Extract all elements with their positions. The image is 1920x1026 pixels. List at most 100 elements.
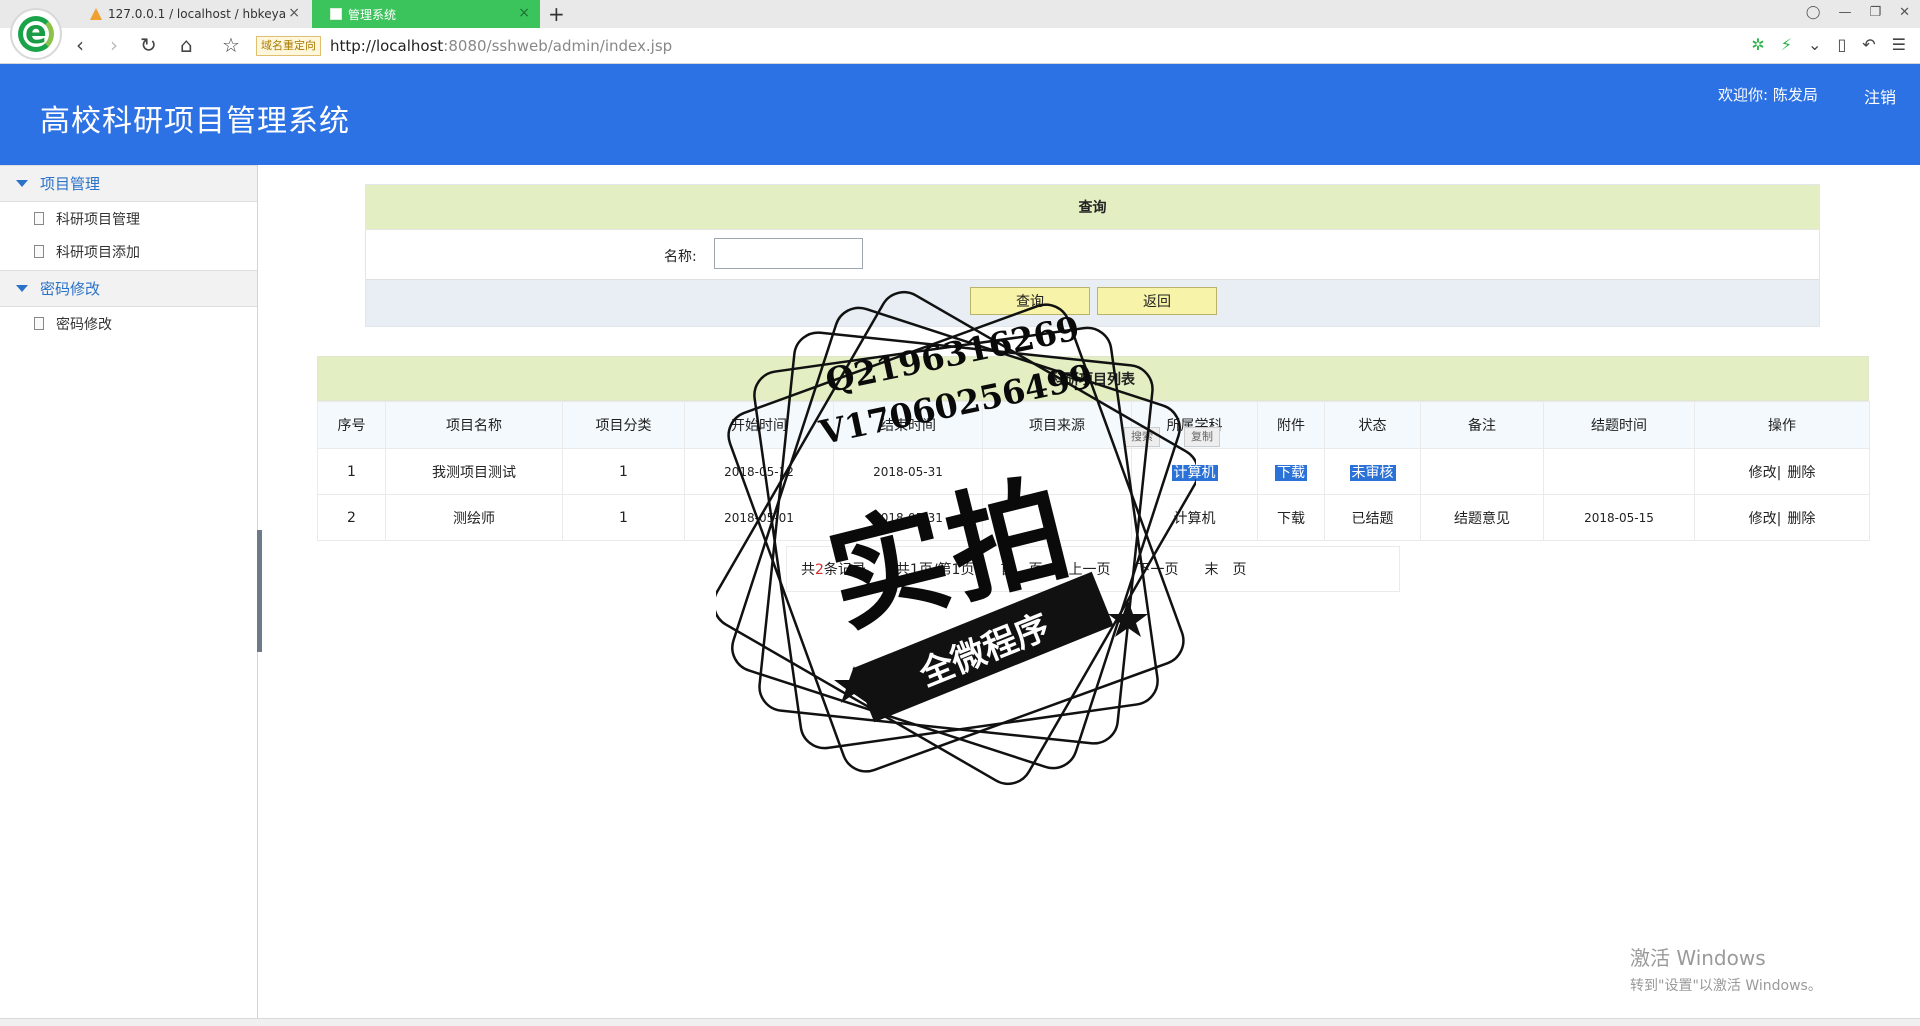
sidebar-group-password[interactable]: 密码修改 (0, 270, 257, 307)
delete-link[interactable]: 删除 (1784, 511, 1818, 527)
query-button[interactable]: 查询 (970, 287, 1090, 315)
column-header: 项目名称 (385, 401, 563, 449)
document-icon (34, 245, 44, 258)
url-path: :8080/sshweb/admin/index.jsp (443, 37, 673, 55)
cell-name: 测绘师 (385, 494, 563, 541)
security-icon[interactable]: ✲ (1751, 35, 1764, 54)
column-header: 开始时间 (684, 401, 834, 449)
browser-tab-phpmyadmin[interactable]: 127.0.0.1 / localhost / hbkeya × (72, 0, 310, 28)
forward-icon[interactable]: › (110, 34, 118, 56)
selection-search-button[interactable]: 搜索 (1124, 427, 1160, 447)
cell-remark (1420, 448, 1544, 495)
cell-subject: 计算机 (1131, 494, 1258, 541)
column-header: 结题时间 (1543, 401, 1695, 449)
pagination: 共2条记录 共1页/第1页 首 页 上一页 下一页 末 页 (786, 546, 1400, 592)
document-icon (34, 317, 44, 330)
browser-tab-admin[interactable]: 管理系统 × (312, 0, 540, 28)
activation-title: 激活 Windows (1630, 946, 1766, 970)
favorite-star-icon[interactable]: ☆ (222, 34, 240, 56)
app-header: 高校科研项目管理系统 欢迎你: 陈发局 注销 (0, 64, 1920, 165)
name-input[interactable] (714, 238, 863, 269)
cell-subject: 计算机 (1131, 448, 1258, 495)
sidebar-group-label: 项目管理 (40, 175, 101, 193)
sidebar-group-project[interactable]: 项目管理 (0, 165, 257, 202)
logout-link[interactable]: 注销 (1864, 84, 1896, 108)
table-caption: 科研项目列表 (317, 356, 1869, 401)
column-header: 项目来源 (982, 401, 1132, 449)
welcome-text: 欢迎你: 陈发局 (1718, 86, 1818, 104)
reload-icon[interactable]: ↻ (140, 34, 157, 56)
sidebar-item-label: 科研项目管理 (56, 211, 140, 228)
column-header: 项目分类 (562, 401, 685, 449)
column-header: 状态 (1324, 401, 1421, 449)
page-info: 共1页/第1页 (895, 562, 975, 578)
sidebar-item-password-change[interactable]: 密码修改 (0, 307, 257, 340)
next-page-link[interactable]: 下一页 (1136, 559, 1178, 579)
sidebar-item-label: 科研项目添加 (56, 244, 140, 261)
url-field[interactable]: http://localhost:8080/sshweb/admin/index… (330, 37, 672, 55)
prev-page-link[interactable]: 上一页 (1068, 559, 1110, 579)
sidebar-item-project-add[interactable]: 科研项目添加 (0, 235, 257, 268)
back-icon[interactable]: ‹ (76, 34, 84, 56)
close-icon[interactable]: × (288, 6, 300, 20)
column-header: 附件 (1257, 401, 1325, 449)
cell-end: 2018-05-31 (833, 448, 983, 495)
cell-start: 2018-05-12 (684, 448, 834, 495)
reader-icon[interactable]: ▯ (1837, 35, 1846, 54)
cell-source (982, 448, 1132, 495)
sidebar-item-project-manage[interactable]: 科研项目管理 (0, 202, 257, 235)
browser-logo-icon[interactable]: e (10, 8, 62, 60)
cell-attachment: 下载 (1257, 448, 1325, 495)
last-page-link[interactable]: 末 页 (1204, 559, 1246, 579)
project-table: 科研项目列表 序号 项目名称 项目分类 开始时间 结束时间 项目来源 所属学科 … (317, 356, 1870, 541)
cell-start: 2018-05-01 (684, 494, 834, 541)
restore-icon[interactable]: ❐ (1869, 5, 1881, 20)
skin-icon[interactable]: ◯ (1806, 5, 1821, 20)
column-header: 操作 (1694, 401, 1870, 449)
chevron-down-icon[interactable]: ⌄ (1808, 35, 1821, 54)
search-heading: 查询 (366, 185, 1819, 229)
download-link[interactable]: 下载 (1275, 464, 1307, 481)
search-button-row: 查询 返回 (366, 279, 1819, 326)
search-row: 名称: (366, 229, 1819, 279)
cell-finish: 2018-05-15 (1543, 494, 1695, 541)
download-link[interactable]: 下载 (1277, 511, 1305, 527)
menu-icon[interactable]: ☰ (1892, 35, 1906, 54)
cell-status: 未审核 (1324, 448, 1421, 495)
back-button[interactable]: 返回 (1097, 287, 1217, 315)
window-controls: ◯ — ❐ ✕ (1806, 5, 1910, 20)
close-window-icon[interactable]: ✕ (1899, 5, 1910, 20)
home-icon[interactable]: ⌂ (180, 34, 193, 56)
page-icon (330, 8, 342, 20)
total-records: 共2条记录 (801, 562, 866, 578)
tab-label: 127.0.0.1 / localhost / hbkeya (108, 7, 287, 21)
sidebar-group-label: 密码修改 (40, 280, 101, 298)
undo-icon[interactable]: ↶ (1862, 35, 1875, 54)
cell-status: 已结题 (1324, 494, 1421, 541)
sidebar-resize-handle[interactable] (257, 530, 262, 652)
table-header-row: 序号 项目名称 项目分类 开始时间 结束时间 项目来源 所属学科 附件 状态 备… (317, 401, 1870, 449)
column-header: 序号 (317, 401, 386, 449)
triangle-down-icon (16, 285, 28, 292)
cell-actions: 修改| 删除 (1694, 448, 1870, 495)
browser-statusbar (0, 1018, 1920, 1026)
minimize-icon[interactable]: — (1838, 5, 1851, 20)
cell-end: 2018-05-31 (833, 494, 983, 541)
cell-category: 1 (562, 494, 685, 541)
edit-link[interactable]: 修改| (1746, 465, 1785, 481)
selection-copy-button[interactable]: 复制 (1184, 427, 1220, 447)
new-tab-icon[interactable]: + (548, 2, 565, 26)
delete-link[interactable]: 删除 (1784, 465, 1818, 481)
close-icon[interactable]: × (518, 6, 530, 20)
first-page-link[interactable]: 首 页 (1000, 559, 1042, 579)
browser-tabbar: 127.0.0.1 / localhost / hbkeya × 管理系统 × … (0, 0, 1920, 28)
edit-link[interactable]: 修改| (1746, 511, 1785, 527)
address-tools: ✲ ⚡ ⌄ ▯ ↶ ☰ (1751, 35, 1906, 54)
cell-name: 我测项目测试 (385, 448, 563, 495)
status-badge: 未审核 (1349, 464, 1396, 481)
column-header: 备注 (1420, 401, 1544, 449)
activation-subtitle: 转到"设置"以激活 Windows。 (1630, 978, 1822, 994)
address-bar: ‹ › ↻ ⌂ ☆ 域名重定向 http://localhost:8080/ss… (0, 28, 1920, 64)
redirect-badge[interactable]: 域名重定向 (256, 36, 321, 56)
lightning-icon[interactable]: ⚡ (1781, 35, 1792, 54)
